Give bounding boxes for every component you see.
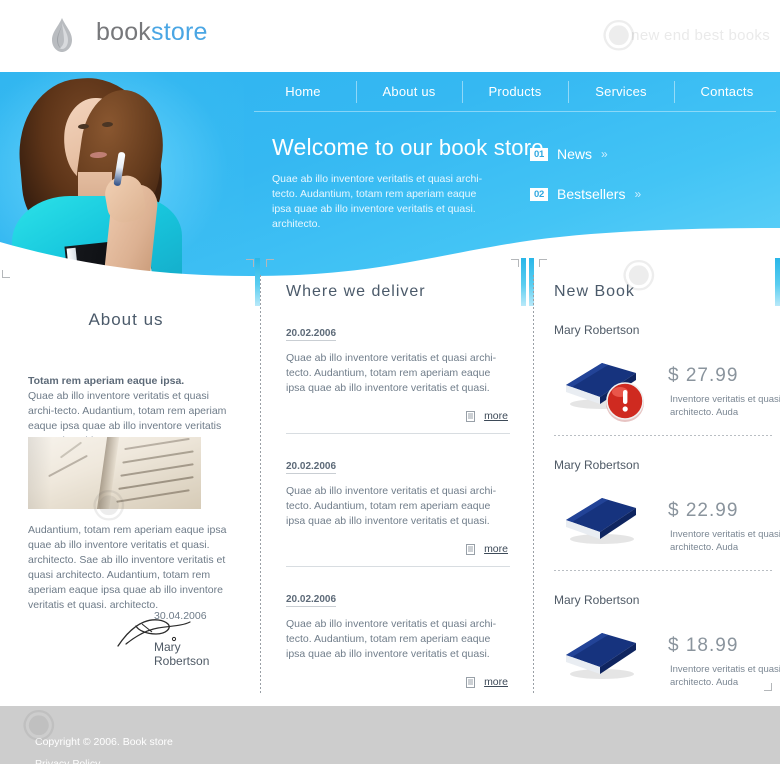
delivery-news-date: 20.02.2006 [286,594,337,607]
site-footer: Copyright © 2006. Book store Privacy Pol… [0,706,780,764]
nav-underline [254,111,776,112]
book-author: Mary Robertson [554,593,640,607]
hero-link-label-news: News [557,146,593,162]
hero-link-news[interactable]: 01 News » [530,146,641,162]
hero-link-label-bestsellers: Bestsellers [557,186,626,202]
about-us-date: 30.04.2006 [154,610,207,622]
privacy-policy-link[interactable]: Privacy Policy [35,758,100,764]
brand-part-two: store [151,18,208,46]
book-price: $ 22.99 [668,500,739,521]
about-us-paragraph-2: Audantium, totam rem aperiam eaque ipsa … [28,524,227,611]
where-we-deliver-column: Where we deliver 20.02.2006 Quae ab illo… [268,255,520,688]
delivery-news-item: 20.02.2006 Quae ab illo inventore verita… [286,567,508,688]
nav-item-services[interactable]: Services [568,72,674,112]
book-list-item[interactable]: Mary Robertson $ 27.99 Inventore veritat… [540,323,780,431]
page-root: bookstore new end best books Home About … [0,0,780,764]
book-item-divider [554,435,772,436]
delivery-more-row[interactable]: more [286,676,508,688]
document-icon [466,676,476,688]
delivery-news-date: 20.02.2006 [286,461,337,474]
logo[interactable] [45,16,79,56]
flame-leaf-icon [45,16,79,56]
book-cover-icon [566,498,636,544]
delivery-more-link[interactable]: more [484,543,508,555]
book-item-divider [554,570,772,571]
hero-link-bestsellers[interactable]: 02 Bestsellers » [530,186,641,202]
site-header: bookstore new end best books [0,0,780,72]
book-list-item[interactable]: Mary Robertson $ 18.99 Inventore veritat… [540,593,780,701]
open-book-photo [28,437,201,509]
delivery-news-body: Quae ab illo inventore veritatis et quas… [286,618,497,660]
about-us-column: About us Totam rem aperiam eaque ipsa. Q… [0,255,252,668]
accent-bar-mid-right [521,258,526,306]
book-list-item[interactable]: Mary Robertson $ 22.99 Inventore veritat… [540,458,780,566]
column-divider-left [260,275,261,695]
new-book-title: New Book [554,283,635,300]
chevron-right-icon: » [601,147,608,161]
book-description: Inventore veritatis et quasi architecto.… [670,664,780,688]
book-price: $ 18.99 [668,635,739,656]
content-area: About us Totam rem aperiam eaque ipsa. Q… [0,255,780,705]
hero-link-number-01: 01 [530,147,548,161]
delivery-more-row[interactable]: more [286,410,508,422]
book-author: Mary Robertson [554,323,640,337]
hero-heading-rest: to our book store [368,135,544,160]
brand-part-one: book [96,18,152,46]
hero-banner: Home About us Products Services Contacts… [0,72,780,284]
new-book-column: New Book Mary Robertson $ 27.99 Inventor… [540,255,780,701]
delivery-news-body: Quae ab illo inventore veritatis et quas… [286,352,497,394]
about-us-author-name: Mary Robertson [154,640,210,668]
about-us-lead: Totam rem aperiam eaque ipsa. [28,375,185,387]
delivery-more-row[interactable]: more [286,543,508,555]
main-navigation: Home About us Products Services Contacts [250,72,780,112]
chevron-right-icon: » [634,187,642,201]
delivery-more-link[interactable]: more [484,410,508,422]
hero-heading: Welcome to our book store [272,134,772,161]
hero-heading-strong: Welcome [272,134,369,160]
document-icon [466,543,476,555]
about-us-title: About us [88,310,164,329]
delivery-news-item: 20.02.2006 Quae ab illo inventore verita… [286,301,508,422]
column-divider-right [533,275,534,695]
hero-copy: Welcome to our book store Quae ab illo i… [272,134,772,232]
delivery-more-link[interactable]: more [484,676,508,688]
book-price: $ 27.99 [668,365,739,386]
book-cover-icon [566,633,636,679]
where-we-deliver-title: Where we deliver [286,283,426,300]
book-author: Mary Robertson [554,458,640,472]
alert-icon [606,382,644,422]
delivery-news-body: Quae ab illo inventore veritatis et quas… [286,485,497,527]
hero-quick-links: 01 News » 02 Bestsellers » [530,146,641,226]
brand-title[interactable]: bookstore [96,18,208,47]
nav-item-contacts[interactable]: Contacts [674,72,780,112]
delivery-news-date: 20.02.2006 [286,328,337,341]
book-description: Inventore veritatis et quasi architecto.… [670,394,780,418]
nav-item-products[interactable]: Products [462,72,568,112]
document-icon [466,410,476,422]
nav-item-home[interactable]: Home [250,72,356,112]
delivery-news-item: 20.02.2006 Quae ab illo inventore verita… [286,434,508,555]
hero-link-number-02: 02 [530,187,548,201]
book-description: Inventore veritatis et quasi architecto.… [670,529,780,553]
hero-paragraph: Quae ab illo inventore veritatis et quas… [272,173,483,230]
site-tagline: new end best books [631,27,770,44]
nav-item-about-us[interactable]: About us [356,72,462,112]
copyright-text: Copyright © 2006. Book store [35,736,173,748]
